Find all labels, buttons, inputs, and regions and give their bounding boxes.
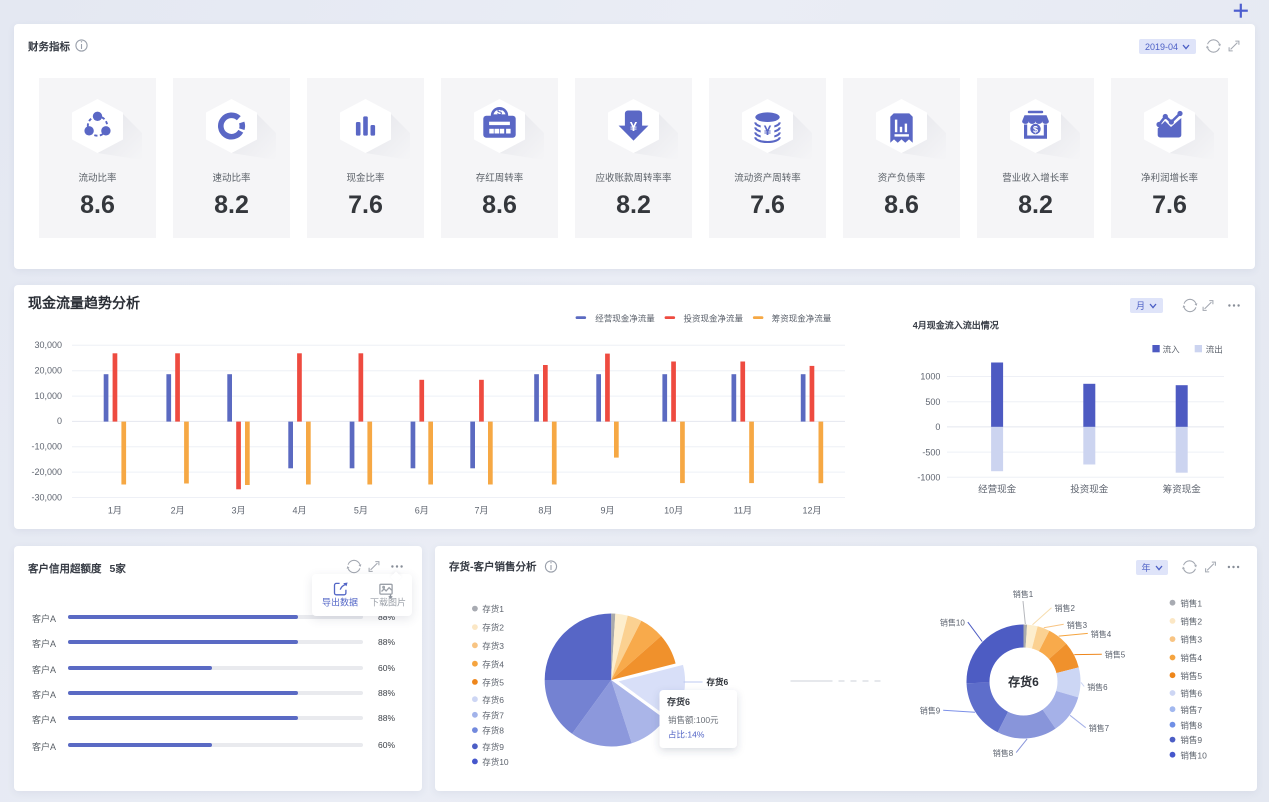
- svg-text:5月: 5月: [354, 506, 368, 516]
- svg-text:9月: 9月: [600, 506, 614, 516]
- svg-text:销售7: 销售7: [1088, 723, 1109, 733]
- svg-text:-30,000: -30,000: [31, 492, 62, 502]
- svg-text:¥: ¥: [630, 119, 638, 134]
- svg-text:存货8: 存货8: [482, 726, 504, 736]
- svg-text:1月: 1月: [108, 506, 122, 516]
- svg-text:10,000: 10,000: [34, 391, 62, 401]
- svg-text:7月: 7月: [474, 506, 488, 516]
- svg-text:-500: -500: [922, 447, 940, 457]
- svg-text:销售10: 销售10: [1180, 750, 1207, 760]
- svg-text:6月: 6月: [415, 506, 429, 516]
- svg-text:500: 500: [925, 397, 940, 407]
- svg-text:销售5: 销售5: [1180, 671, 1202, 681]
- svg-text:0: 0: [57, 416, 62, 426]
- svg-text:存货-客户销售分析: 存货-客户销售分析: [449, 560, 537, 573]
- svg-text:销售2: 销售2: [1180, 617, 1202, 627]
- svg-text:30,000: 30,000: [34, 340, 62, 350]
- svg-text:销售4: 销售4: [1180, 653, 1202, 663]
- svg-text:销售额:100元: 销售额:100元: [668, 715, 719, 725]
- svg-text:销售10: 销售10: [939, 618, 964, 628]
- svg-text:4月: 4月: [292, 506, 306, 516]
- svg-text:销售6: 销售6: [1087, 682, 1108, 692]
- svg-text:存货2: 存货2: [482, 623, 504, 633]
- svg-text:存货6: 存货6: [705, 677, 728, 687]
- svg-text:11月: 11月: [734, 506, 752, 516]
- svg-text:经营现金: 经营现金: [978, 484, 1017, 496]
- svg-text:0: 0: [935, 422, 940, 432]
- svg-text:销售3: 销售3: [1180, 635, 1202, 645]
- svg-text:1000: 1000: [920, 372, 940, 382]
- svg-text:存货7: 存货7: [482, 710, 504, 720]
- svg-text:销售1: 销售1: [1012, 589, 1033, 599]
- svg-text:投资现金: 投资现金: [1070, 484, 1109, 496]
- svg-text:10月: 10月: [664, 506, 683, 516]
- svg-text:-1000: -1000: [917, 473, 940, 483]
- svg-text:$: $: [1033, 124, 1038, 134]
- svg-text:现金流量趋势分析: 现金流量趋势分析: [28, 295, 140, 311]
- svg-text:-10,000: -10,000: [31, 442, 62, 452]
- svg-text:下载图片: 下载图片: [370, 597, 406, 608]
- svg-text:经营现金净流量: 经营现金净流量: [595, 314, 655, 324]
- svg-text:存货6: 存货6: [1007, 674, 1039, 689]
- svg-text:存货1: 存货1: [482, 604, 504, 614]
- svg-text:2月: 2月: [171, 506, 185, 516]
- svg-text:筹资现金: 筹资现金: [1163, 484, 1202, 496]
- svg-text:存货5: 存货5: [482, 678, 504, 688]
- svg-text:12月: 12月: [802, 506, 821, 516]
- svg-text:¥: ¥: [764, 123, 772, 138]
- svg-text:导出数据: 导出数据: [322, 597, 358, 608]
- svg-text:流入: 流入: [1163, 345, 1181, 355]
- svg-text:筹资现金净流量: 筹资现金净流量: [772, 314, 832, 324]
- svg-text:销售3: 销售3: [1066, 620, 1087, 630]
- svg-text:投资现金净流量: 投资现金净流量: [684, 314, 744, 324]
- svg-text:8月: 8月: [538, 506, 552, 516]
- svg-text:销售1: 销售1: [1180, 598, 1202, 608]
- svg-text:4月现金流入流出情况: 4月现金流入流出情况: [913, 320, 999, 331]
- svg-text:存货3: 存货3: [482, 641, 504, 651]
- svg-text:存货4: 存货4: [482, 659, 504, 669]
- svg-text:销售8: 销售8: [1180, 720, 1202, 730]
- svg-text:20,000: 20,000: [34, 366, 62, 376]
- svg-text:销售7: 销售7: [1180, 705, 1202, 715]
- svg-text:销售5: 销售5: [1104, 650, 1125, 660]
- svg-text:存货9: 存货9: [482, 742, 504, 752]
- svg-text:销售8: 销售8: [992, 748, 1013, 758]
- svg-text:销售6: 销售6: [1180, 689, 1202, 699]
- svg-text:3月: 3月: [231, 506, 245, 516]
- svg-text:存货10: 存货10: [482, 757, 509, 767]
- svg-text:销售4: 销售4: [1090, 629, 1111, 639]
- svg-text:销售2: 销售2: [1054, 603, 1075, 613]
- svg-text:流出: 流出: [1206, 345, 1223, 355]
- svg-text:占比:14%: 占比:14%: [668, 730, 705, 740]
- svg-text:存货6: 存货6: [482, 695, 504, 705]
- svg-text:存货6: 存货6: [667, 696, 690, 707]
- svg-text:销售9: 销售9: [919, 706, 940, 716]
- svg-text:-20,000: -20,000: [31, 467, 62, 477]
- svg-text:销售9: 销售9: [1180, 735, 1202, 745]
- svg-text:S: S: [497, 108, 503, 117]
